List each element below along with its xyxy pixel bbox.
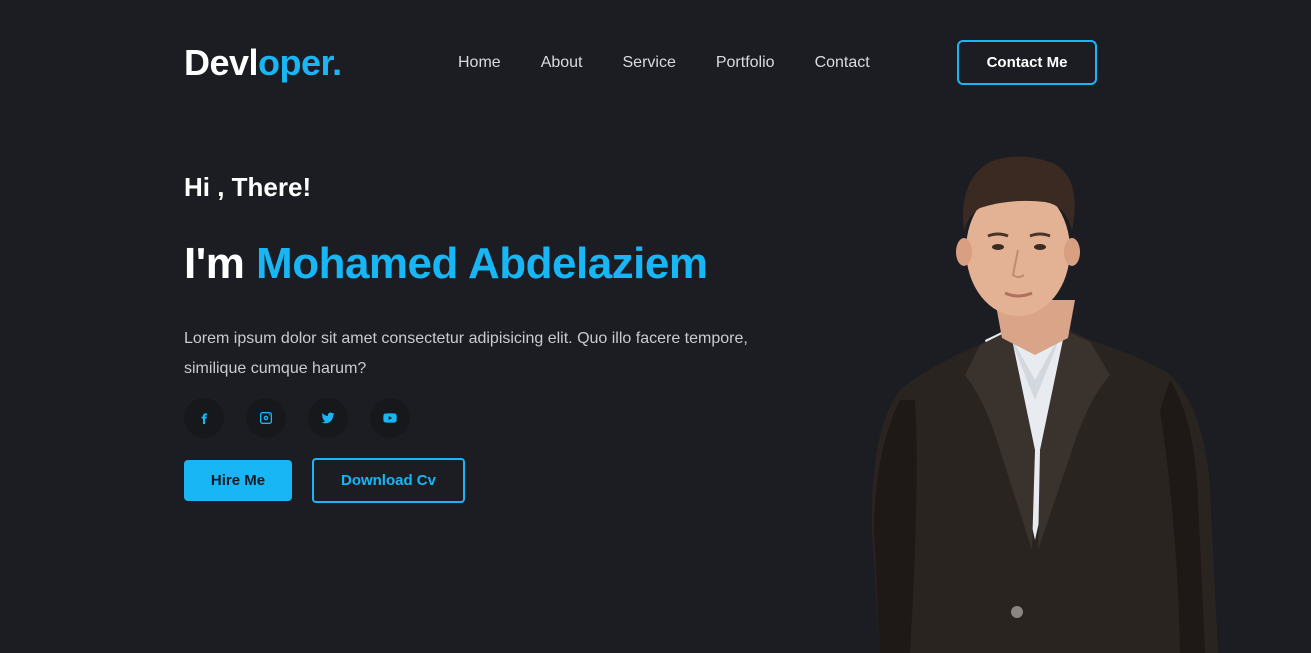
page: Devloper. Home About Service Portfolio C…: [0, 0, 1311, 653]
nav-link-about[interactable]: About: [541, 52, 583, 74]
twitter-icon: [321, 412, 335, 424]
logo[interactable]: Devloper.: [184, 43, 342, 83]
contact-me-button[interactable]: Contact Me: [957, 40, 1097, 85]
instagram-icon: [260, 412, 272, 424]
profile-portrait: [871, 156, 1218, 653]
facebook-icon: [201, 413, 207, 424]
social-links: [184, 398, 432, 438]
nav-link-home[interactable]: Home: [458, 52, 501, 74]
youtube-link[interactable]: [370, 398, 410, 438]
instagram-link[interactable]: [246, 398, 286, 438]
twitter-link[interactable]: [308, 398, 348, 438]
nav-link-service[interactable]: Service: [623, 52, 676, 74]
download-cv-button[interactable]: Download Cv: [312, 458, 465, 503]
logo-main-text: Devl: [184, 42, 259, 83]
headline-name: Mohamed Abdelaziem: [256, 239, 708, 288]
greeting-heading: Hi , There!: [184, 172, 312, 202]
hire-me-button[interactable]: Hire Me: [184, 460, 292, 501]
youtube-icon: [383, 413, 397, 423]
logo-accent-text: oper.: [258, 42, 342, 83]
headline-prefix: I'm: [184, 239, 257, 288]
main-nav: Home About Service Portfolio Contact: [458, 52, 870, 74]
nav-link-portfolio[interactable]: Portfolio: [716, 52, 775, 74]
nav-link-contact[interactable]: Contact: [815, 52, 870, 74]
facebook-link[interactable]: [184, 398, 224, 438]
hero-headline: I'm Mohamed Abdelaziem: [184, 238, 708, 290]
hero-description: Lorem ipsum dolor sit amet consectetur a…: [184, 330, 748, 377]
